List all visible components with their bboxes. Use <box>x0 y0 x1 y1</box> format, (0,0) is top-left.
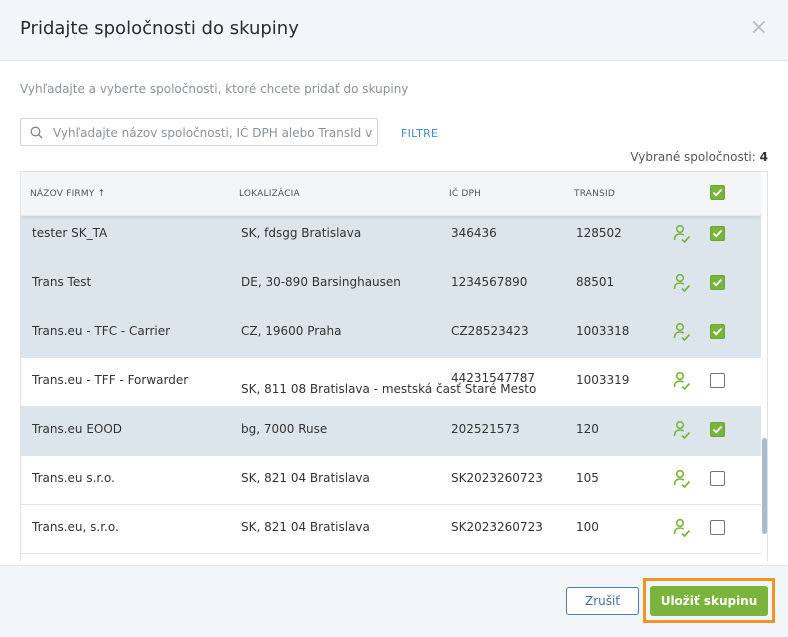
user-check-icon[interactable] <box>673 420 691 443</box>
close-icon[interactable]: × <box>750 17 768 39</box>
table-row[interactable]: Trans.eu - TFF - Forwarder SK, 811 08 Bra… <box>21 357 761 407</box>
row-checkbox[interactable] <box>710 373 725 388</box>
filters-link[interactable]: FILTRE <box>401 127 438 140</box>
user-check-icon[interactable] <box>673 273 691 296</box>
company-name: tester SK_TA <box>32 226 108 240</box>
company-vat: 1234567890 <box>451 275 528 289</box>
table-row[interactable]: Trans.eu EOOD bg, 7000 Ruse 202521573 120 <box>21 406 761 456</box>
search-box <box>20 118 378 146</box>
column-header-vat[interactable]: IČ DPH <box>449 189 481 199</box>
user-check-icon[interactable] <box>673 322 691 345</box>
company-name: Trans.eu, s.r.o. <box>32 520 119 534</box>
company-vat: 44231547787 <box>451 371 535 385</box>
company-name: Trans.eu - TFF - Forwarder <box>32 373 189 387</box>
column-header-location[interactable]: LOKALIZÁCIA <box>239 189 300 199</box>
checkmark-icon <box>712 327 723 336</box>
company-vat: SK2023260723 <box>451 471 543 485</box>
selected-companies-count: 4 <box>759 150 768 164</box>
company-transid: 105 <box>576 471 599 485</box>
table-header: NÁZOV FIRMY ↑ LOKALIZÁCIA IČ DPH TRANSID <box>21 172 761 216</box>
row-checkbox[interactable] <box>710 275 725 290</box>
dialog-header: Pridajte spoločnosti do skupiny × <box>0 0 788 61</box>
row-checkbox[interactable] <box>710 324 725 339</box>
company-location: SK, fdsgg Bratislava <box>241 226 362 240</box>
scrollbar-thumb[interactable] <box>762 438 767 534</box>
company-name: Trans.eu EOOD <box>32 422 123 436</box>
checkmark-icon <box>712 188 723 197</box>
user-check-icon[interactable] <box>673 371 691 394</box>
dialog-title: Pridajte spoločnosti do skupiny <box>20 18 299 39</box>
dialog-subtitle: Vyhľadajte a vyberte spoločnosti, ktoré … <box>20 82 409 96</box>
selected-companies-label: Vybrané spoločnosti: <box>630 150 756 164</box>
row-checkbox[interactable] <box>710 226 725 241</box>
company-vat: 202521573 <box>451 422 520 436</box>
company-transid: 120 <box>576 422 599 436</box>
company-transid: 1003318 <box>576 324 630 338</box>
company-location: SK, 821 04 Bratislava <box>241 471 370 485</box>
company-location: bg, 7000 Ruse <box>241 422 328 436</box>
table-row[interactable]: Trans.eu s.r.o. SK, 821 04 Bratislava SK20… <box>21 455 761 505</box>
companies-table: NÁZOV FIRMY ↑ LOKALIZÁCIA IČ DPH TRANSID… <box>20 171 768 561</box>
user-check-icon[interactable] <box>673 224 691 247</box>
column-header-transid[interactable]: TRANSID <box>574 189 615 199</box>
table-row[interactable]: Trans.eu - TFC - Carrier CZ, 19600 Praha C… <box>21 308 761 358</box>
checkmark-icon <box>712 278 723 287</box>
search-input[interactable] <box>51 123 375 143</box>
selected-companies-counter: Vybrané spoločnosti: 4 <box>630 150 768 164</box>
cancel-button[interactable]: Zrušiť <box>566 587 639 615</box>
column-header-name[interactable]: NÁZOV FIRMY ↑ <box>30 189 105 199</box>
row-checkbox[interactable] <box>710 520 725 535</box>
table-row[interactable]: tester SK_TA SK, fdsgg Bratislava 346436 12… <box>21 210 761 260</box>
checkmark-icon <box>712 425 723 434</box>
company-vat: 346436 <box>451 226 497 240</box>
company-name: Trans Test <box>32 275 92 289</box>
table-row[interactable]: Trans Test DE, 30-890 Barsinghausen 123456… <box>21 259 761 309</box>
checkmark-icon <box>712 229 723 238</box>
table-row[interactable]: Trans.eu, s.r.o. SK, 821 04 Bratislava SK2… <box>21 504 761 554</box>
company-transid: 1003319 <box>576 373 630 387</box>
company-vat: CZ28523423 <box>451 324 529 338</box>
user-check-icon[interactable] <box>673 518 691 541</box>
company-location: DE, 30-890 Barsinghausen <box>241 275 401 289</box>
company-location: CZ, 19600 Praha <box>241 324 342 338</box>
company-location: SK, 821 04 Bratislava <box>241 520 370 534</box>
company-name: Trans.eu s.r.o. <box>32 471 115 485</box>
row-checkbox[interactable] <box>710 471 725 486</box>
search-icon <box>30 126 43 139</box>
save-group-button[interactable]: Uložiť skupinu <box>650 586 768 616</box>
company-transid: 128502 <box>576 226 622 240</box>
company-name: Trans.eu - TFC - Carrier <box>32 324 171 338</box>
company-vat: SK2023260723 <box>451 520 543 534</box>
company-transid: 100 <box>576 520 599 534</box>
company-transid: 88501 <box>576 275 615 289</box>
user-check-icon[interactable] <box>673 469 691 492</box>
select-all-checkbox[interactable] <box>710 185 725 200</box>
row-checkbox[interactable] <box>710 422 725 437</box>
